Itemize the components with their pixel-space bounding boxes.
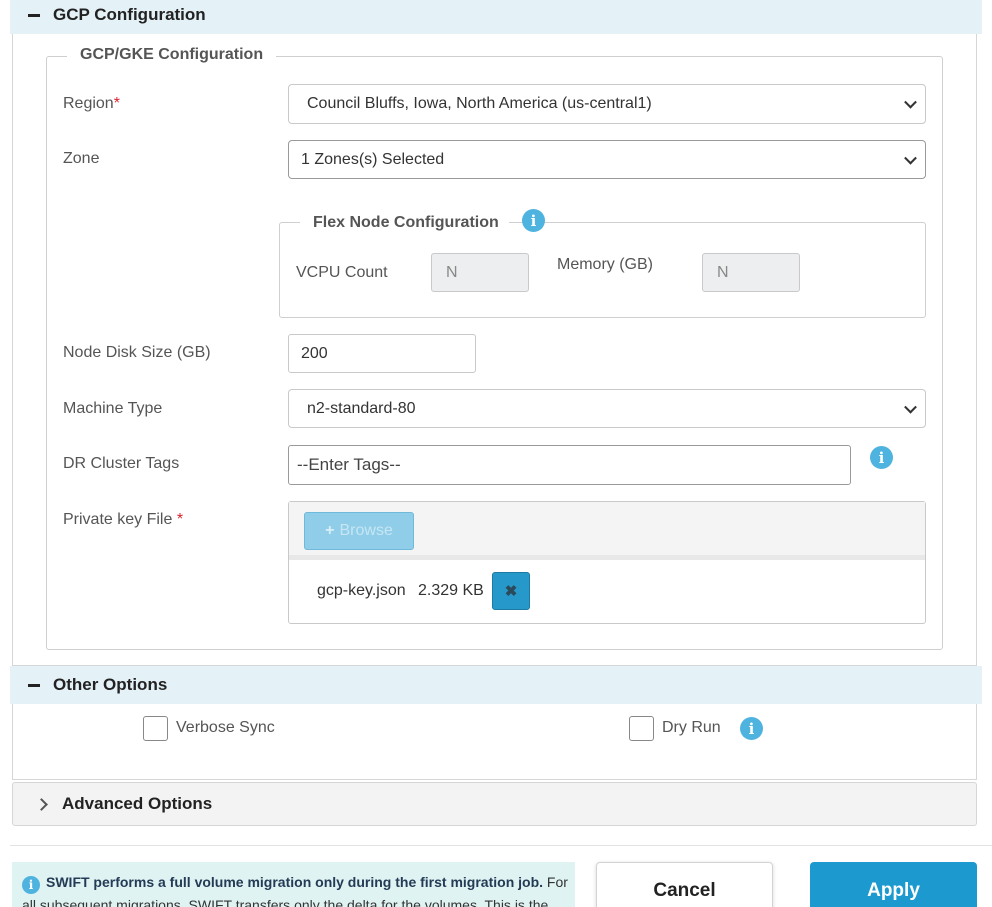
zone-label: Zone (63, 150, 100, 167)
region-value: Council Bluffs, Iowa, North America (us-… (307, 95, 652, 112)
cancel-button[interactable]: Cancel (596, 862, 773, 907)
verbose-sync-checkbox[interactable] (143, 716, 168, 741)
gcp-configuration-title: GCP Configuration (53, 5, 206, 24)
dr-cluster-tags-info-icon[interactable]: i (870, 446, 893, 469)
chevron-down-icon (904, 95, 917, 109)
zone-value: 1 Zones(s) Selected (301, 150, 445, 168)
remove-file-button[interactable]: ✖ (492, 572, 530, 610)
vcpu-count-input[interactable]: N (431, 253, 529, 292)
region-label: Region* (63, 95, 120, 112)
region-select[interactable]: Council Bluffs, Iowa, North America (us-… (288, 84, 926, 124)
other-options-header[interactable]: Other Options (10, 666, 982, 704)
collapse-icon (28, 683, 40, 687)
verbose-sync-label: Verbose Sync (176, 719, 275, 736)
apply-button[interactable]: Apply (810, 862, 977, 907)
uploaded-file-name: gcp-key.json (317, 582, 406, 599)
private-key-upload: + Browse gcp-key.json 2.329 KB ✖ (288, 501, 926, 624)
upload-toolbar: + Browse (289, 502, 925, 560)
browse-label: Browse (339, 522, 393, 539)
machine-type-label: Machine Type (63, 400, 163, 417)
other-options-title: Other Options (53, 675, 168, 694)
advanced-options-title: Advanced Options (62, 794, 213, 813)
private-key-label: Private key File * (63, 511, 184, 528)
chevron-down-icon (904, 151, 917, 165)
advanced-options-header[interactable]: Advanced Options (12, 782, 977, 826)
dry-run-info-icon[interactable]: i (740, 717, 763, 740)
flex-node-info-icon[interactable]: i (522, 209, 545, 232)
dry-run-label: Dry Run (662, 719, 721, 736)
gcp-configuration-header[interactable]: GCP Configuration (10, 0, 982, 34)
browse-button[interactable]: + Browse (304, 512, 414, 550)
dr-cluster-tags-input[interactable]: --Enter Tags-- (288, 445, 851, 485)
migration-note: i SWIFT performs a full volume migration … (12, 862, 575, 907)
flex-node-legend: Flex Node Configuration (300, 214, 509, 232)
memory-input[interactable]: N (702, 253, 800, 292)
plus-icon: + (325, 522, 335, 539)
machine-type-value: n2-standard-80 (307, 399, 416, 417)
node-disk-size-label: Node Disk Size (GB) (63, 344, 211, 361)
zone-select[interactable]: 1 Zones(s) Selected (288, 140, 926, 179)
collapse-icon (28, 13, 40, 17)
chevron-right-icon (35, 797, 48, 811)
memory-label: Memory (GB) (557, 256, 653, 273)
chevron-down-icon (904, 400, 917, 414)
vcpu-count-label: VCPU Count (296, 264, 388, 281)
node-disk-size-input[interactable]: 200 (288, 334, 476, 373)
info-icon: i (22, 876, 40, 894)
gke-configuration-legend: GCP/GKE Configuration (67, 46, 277, 64)
dry-run-checkbox[interactable] (629, 716, 654, 741)
uploaded-file-size: 2.329 KB (418, 582, 484, 599)
note-bold-text: SWIFT performs a full volume migration o… (46, 874, 544, 890)
divider (10, 845, 992, 846)
close-icon: ✖ (504, 583, 518, 600)
machine-type-select[interactable]: n2-standard-80 (288, 389, 926, 428)
dr-cluster-tags-label: DR Cluster Tags (63, 455, 180, 472)
